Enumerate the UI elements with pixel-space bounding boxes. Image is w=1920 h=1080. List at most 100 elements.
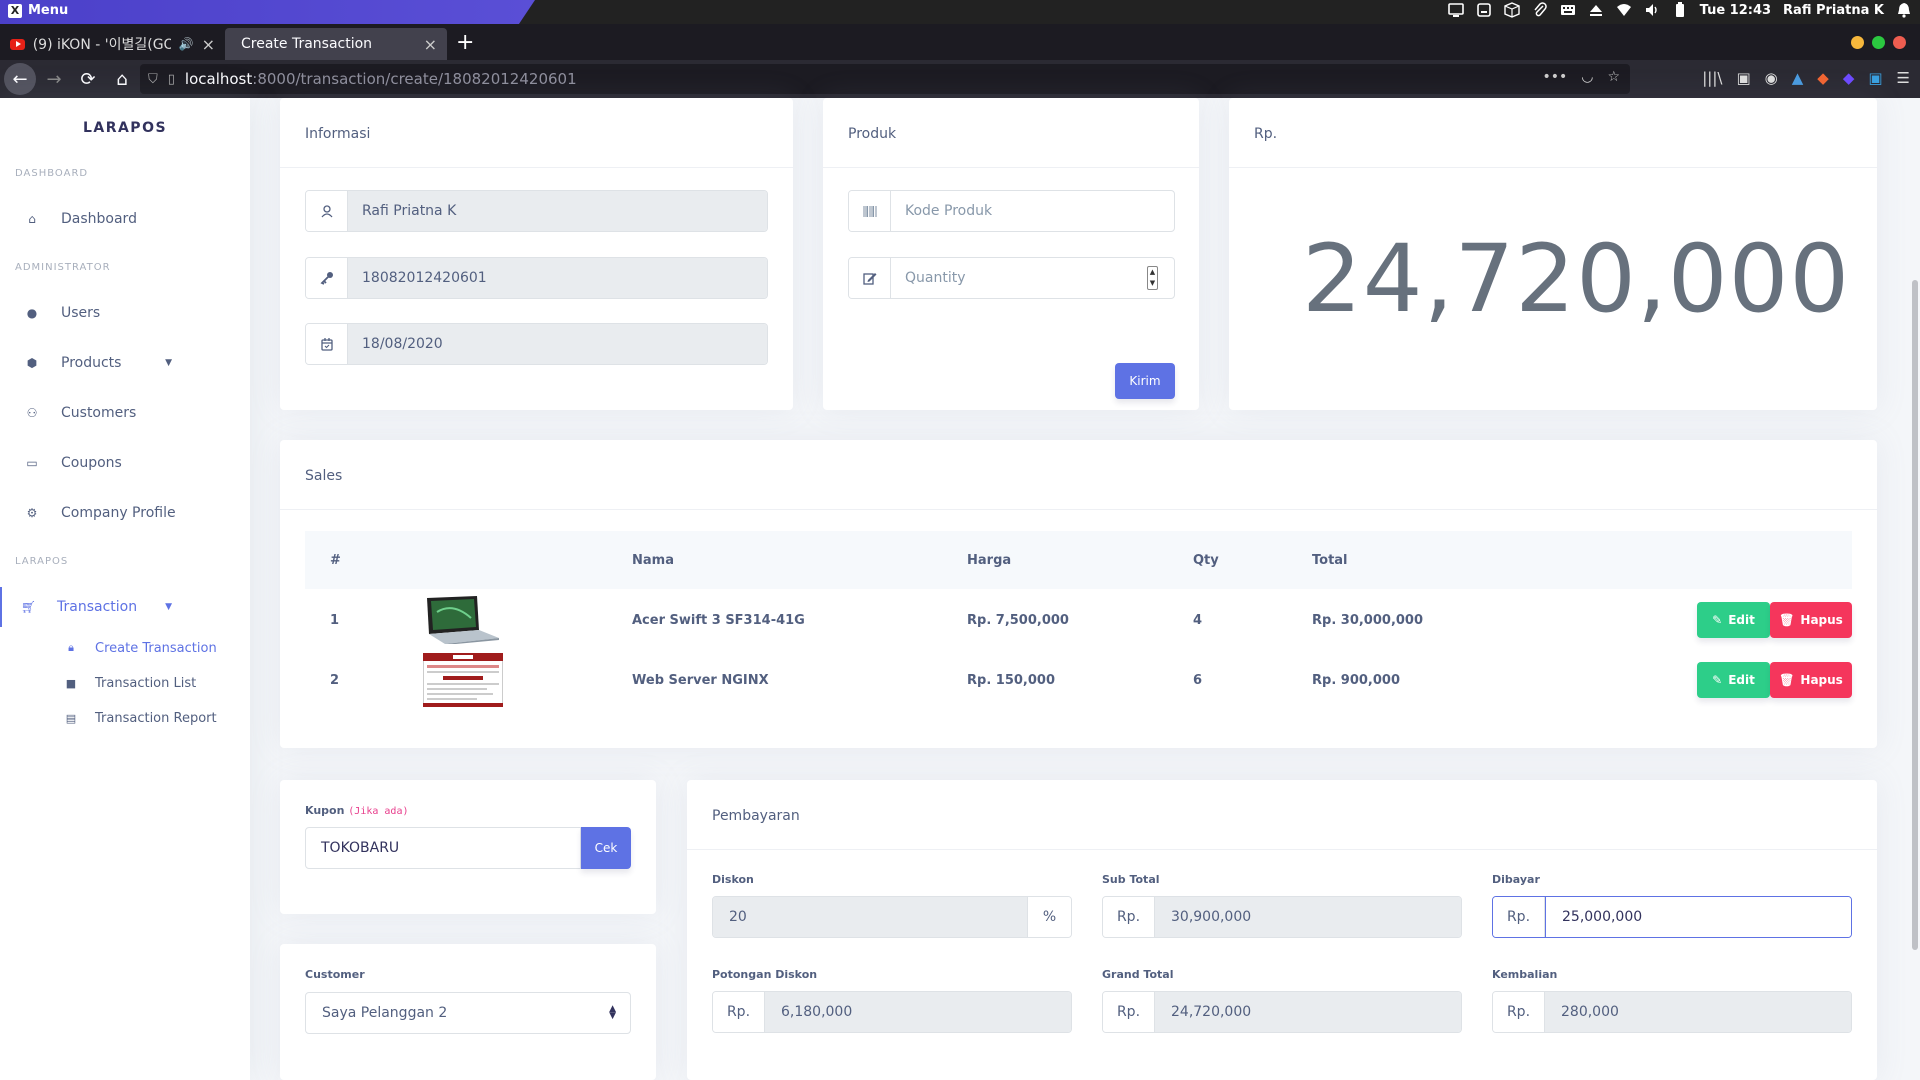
speaker-icon[interactable]: 🔊 <box>179 37 194 51</box>
card-title: Informasi <box>280 98 793 168</box>
date-field[interactable]: 18/08/2020 <box>305 323 768 365</box>
kupon-hint: (Jika ada) <box>348 806 409 817</box>
wifi-icon[interactable] <box>1616 2 1632 18</box>
sidebar-subitem-transaction-report[interactable]: ▤ Transaction Report <box>0 708 250 728</box>
os-top-bar: X Menu Tue 12:43 Rafi Priatna K <box>0 0 1920 24</box>
trash-icon: 🗑︎ <box>1779 613 1795 627</box>
minimize-button[interactable] <box>1851 36 1864 49</box>
edit-button[interactable]: ✎ Edit <box>1697 602 1770 638</box>
calendar-icon <box>306 324 348 364</box>
pembayaran-card: Pembayaran Diskon Sub Total Dibayar 20 %… <box>687 780 1877 1080</box>
section-heading-administrator: ADMINISTRATOR <box>15 262 111 273</box>
x-logo-icon: X <box>8 3 22 18</box>
url-bar[interactable]: ⛉ ▯ localhost :8000/transaction/create/1… <box>140 64 1630 94</box>
grand-total-display: 24,720,000 <box>1302 225 1851 334</box>
transaction-code-field[interactable]: 18082012420601 <box>305 257 768 299</box>
brave-icon[interactable]: ◆ <box>1817 69 1829 87</box>
grand-total-field[interactable]: Rp. 24,720,000 <box>1102 991 1462 1033</box>
tab-title: Create Transaction <box>241 36 373 52</box>
subtotal-field[interactable]: Rp. 30,900,000 <box>1102 896 1462 938</box>
paperclip-icon[interactable] <box>1532 2 1548 18</box>
cashier-field[interactable]: Rafi Priatna K <box>305 190 768 232</box>
sidebar-toggle-icon[interactable]: ▣ <box>1736 69 1750 87</box>
quantity-stepper[interactable]: Quantity ▲ ▼ <box>848 257 1175 299</box>
shield-icon[interactable]: ⛉ <box>148 72 158 87</box>
users-icon: ⚇ <box>26 406 38 420</box>
sidebar-item-products[interactable]: ⬢ Products ▼ <box>0 351 250 375</box>
sidebar-subitem-transaction-list[interactable]: ■ Transaction List <box>0 673 250 693</box>
translate-icon[interactable]: ▣ <box>1868 69 1882 87</box>
user-icon <box>306 191 348 231</box>
gear-icon: ⚙ <box>26 506 38 520</box>
new-tab-icon[interactable]: + <box>456 30 474 55</box>
product-code-input[interactable]: Kode Produk <box>848 190 1175 232</box>
customer-label: Customer <box>305 968 365 981</box>
dibayar-input[interactable]: Rp. 25,000,000 <box>1492 896 1852 938</box>
screen-share-icon[interactable] <box>1447 2 1464 18</box>
proton-icon[interactable]: ◆ <box>1843 69 1855 87</box>
currency-prefix: Rp. <box>713 992 765 1032</box>
coupon-input[interactable]: TOKOBARU <box>305 827 581 869</box>
total-card: Rp. 24,720,000 <box>1229 98 1877 410</box>
extension-icon[interactable]: ▲ <box>1792 69 1804 87</box>
sidebar-subitem-create-transaction[interactable]: 🔒︎ Create Transaction <box>0 638 250 658</box>
close-tab-icon[interactable]: × <box>424 35 437 54</box>
eject-icon[interactable] <box>1588 2 1604 18</box>
sidebar-item-coupons[interactable]: ▭ Coupons <box>0 451 250 475</box>
more-icon[interactable]: ••• <box>1542 69 1567 85</box>
list-icon: ■ <box>65 676 77 690</box>
edit-button[interactable]: ✎ Edit <box>1697 662 1770 698</box>
volume-icon[interactable] <box>1644 2 1660 18</box>
back-arrow-icon[interactable]: ← <box>4 63 36 95</box>
library-icon[interactable]: |||\ <box>1702 69 1722 87</box>
sidebar-item-customers[interactable]: ⚇ Customers <box>0 401 250 425</box>
hapus-button[interactable]: 🗑︎ Hapus <box>1770 662 1852 698</box>
browser-tab-youtube[interactable]: (9) iKON - '이별길(GOO 🔊 × <box>0 28 225 60</box>
os-menu-button[interactable]: X Menu <box>8 3 68 18</box>
pocket-icon[interactable]: ◡ <box>1581 69 1593 85</box>
sidebar-item-dashboard[interactable]: ⌂ Dashboard <box>0 207 250 231</box>
clock-text[interactable]: Tue 12:43 <box>1700 3 1771 18</box>
forward-arrow-icon[interactable]: → <box>38 63 70 95</box>
brand-title[interactable]: LARAPOS <box>0 120 250 136</box>
sidebar-item-label: Dashboard <box>61 211 137 227</box>
edit-label: Edit <box>1728 613 1755 627</box>
os-user-name[interactable]: Rafi Priatna K <box>1783 3 1884 18</box>
browser-tab-create-transaction[interactable]: Create Transaction × <box>225 28 447 60</box>
bell-icon[interactable] <box>1896 2 1912 18</box>
product-price: Rp. 150,000 <box>967 672 1055 688</box>
sidebar-item-transaction[interactable]: 🛒︎ Transaction ▼ <box>0 587 250 627</box>
close-tab-icon[interactable]: × <box>202 35 215 54</box>
page-icon: ▯ <box>167 71 175 87</box>
cek-button[interactable]: Cek <box>581 827 631 869</box>
close-window-button[interactable] <box>1893 36 1906 49</box>
star-icon[interactable]: ☆ <box>1607 69 1620 85</box>
page-scrollbar[interactable] <box>1912 280 1918 950</box>
battery-icon[interactable] <box>1672 2 1688 18</box>
potongan-field[interactable]: Rp. 6,180,000 <box>712 991 1072 1033</box>
sidebar-item-label: Transaction <box>57 599 138 615</box>
spinner-icon[interactable]: ▲ ▼ <box>1147 266 1158 290</box>
percent-suffix: % <box>1027 897 1071 937</box>
informasi-card: Informasi Rafi Priatna K 18082012420601 … <box>280 98 793 410</box>
kembalian-field[interactable]: Rp. 280,000 <box>1492 991 1852 1033</box>
sidebar-item-company-profile[interactable]: ⚙ Company Profile <box>0 501 250 525</box>
diskon-field[interactable]: 20 % <box>712 896 1072 938</box>
currency-prefix: Rp. <box>1103 897 1155 937</box>
package-icon[interactable] <box>1503 2 1520 18</box>
report-icon: ▤ <box>65 711 77 725</box>
reload-icon[interactable]: ⟳ <box>72 63 104 95</box>
kirim-button[interactable]: Kirim <box>1115 363 1175 399</box>
sidebar-item-users[interactable]: ● Users <box>0 301 250 325</box>
product-qty: 6 <box>1193 672 1203 688</box>
home-icon[interactable]: ⌂ <box>106 63 138 95</box>
product-qty: 4 <box>1193 612 1203 628</box>
maximize-button[interactable] <box>1872 36 1885 49</box>
hamburger-menu-icon[interactable]: ☰ <box>1897 69 1910 87</box>
customer-select[interactable]: Saya Pelanggan 2 ▲ ▼ <box>305 992 631 1034</box>
keyboard-icon[interactable] <box>1560 2 1576 18</box>
hapus-button[interactable]: 🗑︎ Hapus <box>1770 602 1852 638</box>
account-icon[interactable]: ◉ <box>1765 69 1778 87</box>
window-icon[interactable] <box>1476 2 1492 18</box>
transaction-code-value: 18082012420601 <box>348 258 767 298</box>
